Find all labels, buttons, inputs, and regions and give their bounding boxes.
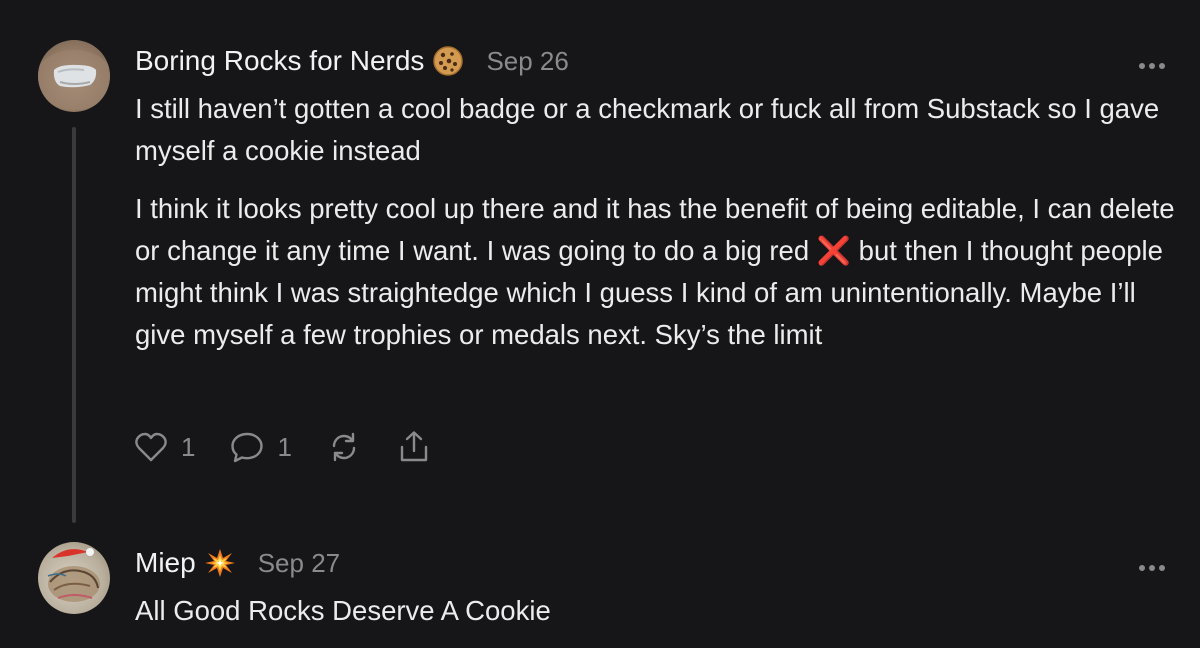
share-icon [400,431,428,462]
more-options-icon[interactable] [1138,57,1166,69]
avatar[interactable] [38,542,110,614]
share-button[interactable] [396,429,432,465]
more-options-icon[interactable] [1138,559,1166,571]
comment-paragraph: All Good Rocks Deserve A Cookie [135,595,551,626]
comment-header: Boring Rocks for Nerds Sep 26 [135,41,569,81]
comment-paragraph: I think it looks pretty cool up there an… [135,193,1175,350]
restack-button[interactable] [326,429,362,465]
thread-line [72,127,76,523]
like-button[interactable]: 1 [133,429,195,465]
heart-icon [135,432,167,462]
comment-body: I still haven’t gotten a cool badge or a… [135,88,1180,372]
cookie-icon [432,45,464,77]
reply-button[interactable]: 1 [229,429,292,465]
author-name[interactable]: Boring Rocks for Nerds [135,45,424,77]
comment-header: Miep Sep 27 [135,543,340,583]
author-name[interactable]: Miep [135,547,196,579]
comment-body: All Good Rocks Deserve A Cookie [135,590,1180,648]
comment-paragraph: I still haven’t gotten a cool badge or a… [135,93,1160,166]
comment-date[interactable]: Sep 26 [486,46,568,77]
like-count: 1 [181,431,196,462]
comment-date[interactable]: Sep 27 [258,548,340,579]
collision-icon [204,547,236,579]
restack-icon [332,432,356,462]
reply-count: 1 [277,431,292,462]
action-bar: 1 1 [133,425,466,469]
avatar[interactable] [38,40,110,112]
speech-bubble-icon [231,432,264,463]
